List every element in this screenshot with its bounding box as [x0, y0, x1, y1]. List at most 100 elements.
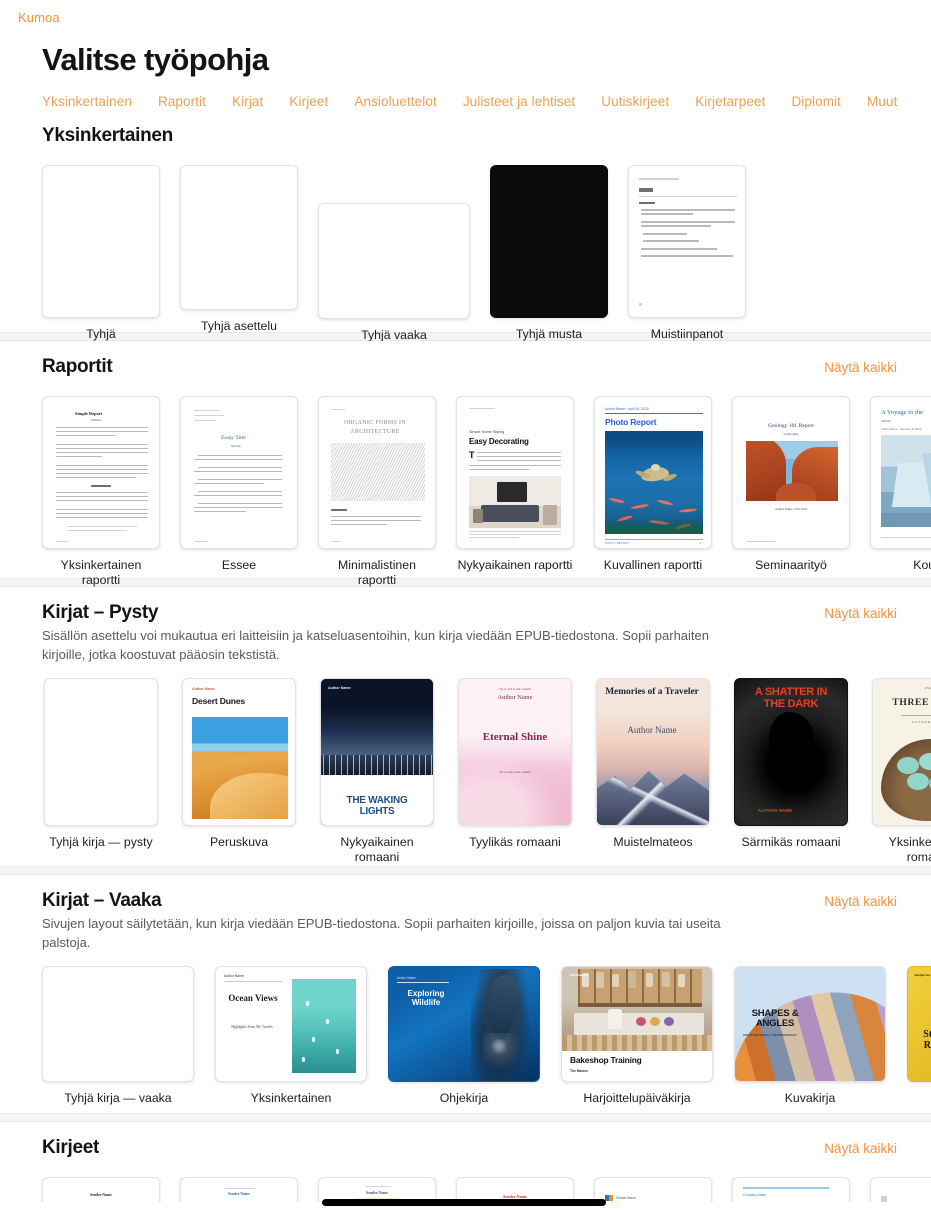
template-row[interactable]: Tyhjä Tyhjä asettelu Tyhjä vaaka Tyhjä m… [0, 165, 931, 343]
template-card-kirje-7[interactable] [870, 1177, 931, 1202]
template-card-tyylikas-romaani[interactable]: Tap or click to add a subtitle Author Na… [456, 678, 574, 850]
template-thumbnail: Recipes for Soups by Author Stew & Ramen [907, 966, 931, 1082]
section-title: Raportit [42, 356, 113, 377]
thumbnail-cover-subtitle: ARCHITECTURAL PHOTOGRAPHY [743, 1033, 798, 1037]
template-caption: Tyhjä kirja — vaaka [64, 1091, 172, 1105]
template-thumbnail [490, 165, 608, 318]
template-card-essee[interactable]: Essay Title Subtitle Essee [180, 396, 298, 573]
template-thumbnail [42, 165, 160, 318]
tab-kirjeet[interactable]: Kirjeet [289, 93, 328, 110]
template-card-harjoittelupaivakirja[interactable]: 2024 Edition Bakeshop Training The Basic… [561, 966, 713, 1106]
section-title: Yksinkertainen [42, 125, 173, 146]
template-caption: Tyhjä [86, 327, 116, 341]
template-card-tyhja-vaaka[interactable]: Tyhjä vaaka [318, 203, 470, 343]
template-card-muistelmateos[interactable]: Memories of a Traveler Author Name Muist… [594, 678, 712, 850]
section-description: Sisällön asettelu voi mukautua eri laitt… [42, 628, 709, 662]
thumbnail-cover-subtitle: The Basics [570, 1069, 588, 1073]
template-thumbnail [870, 1177, 931, 1202]
cancel-button[interactable]: Kumoa [18, 10, 60, 26]
template-thumbnail: Sender Name [42, 1177, 160, 1202]
tab-kirjat[interactable]: Kirjat [232, 93, 263, 110]
template-card-ohjekirja[interactable]: Author Name Exploring Wildlife Ohjekirja [388, 966, 540, 1106]
template-card-tyhja-asettelu[interactable]: Tyhjä asettelu [180, 165, 298, 334]
tab-yksinkertainen[interactable]: Yksinkertainen [42, 93, 132, 110]
template-caption: Tyhjä asettelu [201, 319, 277, 333]
template-thumbnail [180, 165, 298, 310]
section-raportit: Raportit Näytä kaikki Simple Report Subt… [0, 341, 931, 587]
template-card-yksinkertainen-raportti[interactable]: Simple Report Subtitle Yksinkertainen ra… [42, 396, 160, 588]
template-card-peruskuva[interactable]: Author Name Desert Dunes Peruskuva [180, 678, 298, 850]
thumbnail-cover-subtitle: Company Name [743, 1193, 767, 1197]
tab-ansioluettelot[interactable]: Ansioluettelot [354, 93, 436, 110]
section-kirjeet: Kirjeet Näytä kaikki Sender Name Sender … [0, 1122, 931, 1202]
section-title: Kirjeet [42, 1137, 100, 1158]
template-card-koulu[interactable]: A Voyage to the Subtitle Author Name · F… [870, 396, 931, 573]
thumbnail-cover-subtitle: Simple Home Styling [469, 430, 505, 434]
section-description: Sivujen layout säilytetään, kun kirja vi… [42, 916, 721, 950]
template-card-sarmikas-romaani[interactable]: A SHATTER IN THE DARK AUTHOR NAME Särmik… [732, 678, 850, 850]
tab-raportit[interactable]: Raportit [158, 93, 206, 110]
thumbnail-cover-subtitle: AUTHOR NAME [757, 808, 793, 813]
template-card-kirje-5[interactable]: Sender Name [594, 1177, 712, 1202]
template-card-minimalistinen-raportti[interactable]: ORGANIC FORMS IN ARCHITECTURE Minimalist… [318, 396, 436, 588]
template-card-muistiinpanot[interactable]: Muistiinpanot [628, 165, 746, 342]
template-card-tyhja-kirja-pysty[interactable]: Tyhjä kirja — pysty [42, 678, 160, 850]
template-caption: Särmikäs romaani [741, 835, 841, 849]
thumbnail-cover-subtitle: Subtitle [91, 418, 102, 422]
thumbnail-cover-subtitle: Subheading [783, 432, 799, 436]
thumbnail-cover-subtitle: Author Name [192, 687, 215, 691]
template-card-vaaka-yksinkertainen[interactable]: Author Name Ocean Views Highlights From … [215, 966, 367, 1106]
template-thumbnail: 2024 Edition Bakeshop Training The Basic… [561, 966, 713, 1082]
template-caption: Muistelmateos [613, 835, 693, 849]
template-thumbnail: Author Name THE WAKING LIGHTS [320, 678, 434, 826]
thumbnail-cover-title: Bakeshop Training [570, 1055, 642, 1065]
template-card-nykyaikainen-romaani[interactable]: Author Name THE WAKING LIGHTS Nykyaikain… [318, 678, 436, 865]
horizontal-scrollbar[interactable] [322, 1199, 606, 1206]
template-thumbnail [44, 678, 158, 826]
template-card-kuvakirja[interactable]: SHAPES & ANGLES ARCHITECTURAL PHOTOGRAPH… [734, 966, 886, 1106]
template-caption: Nykyaikainen romaani [340, 835, 414, 864]
show-all-link[interactable]: Näytä kaikki [824, 605, 897, 623]
section-title: Kirjat – Pysty [42, 602, 159, 623]
template-card-kirje-6[interactable]: Company Name [732, 1177, 850, 1202]
template-card-yksinkertainen-romaani[interactable]: A Novel THREE TALES AUTHOR NAME Yksinker… [870, 678, 931, 865]
template-row[interactable]: Simple Report Subtitle Yksinkertainen ra… [0, 396, 931, 588]
tab-kirjetarpeet[interactable]: Kirjetarpeet [695, 93, 765, 110]
tab-uutiskirjeet[interactable]: Uutiskirjeet [601, 93, 669, 110]
tab-muut[interactable]: Muut [867, 93, 897, 110]
template-card-seminaarityo[interactable]: Geology 101 Report Subheading Author Nam… [732, 396, 850, 573]
thumbnail-cover-subtitle: Author Name [627, 725, 677, 735]
show-all-link[interactable]: Näytä kaikki [824, 359, 897, 377]
template-thumbnail: Geology 101 Report Subheading Author Nam… [732, 396, 850, 549]
top-bar: Kumoa [0, 0, 931, 34]
thumbnail-cover-subtitle: Recipes for Soups by Author [914, 973, 931, 977]
template-row[interactable]: Tyhjä kirja — vaaka Author Name Ocean Vi… [0, 966, 931, 1106]
tab-julisteet-ja-lehtiset[interactable]: Julisteet ja lehtiset [463, 93, 575, 110]
thumbnail-cover-subtitle: AUTHOR NAME [911, 720, 931, 724]
template-row[interactable]: Tyhjä kirja — pysty Author Name Desert D… [0, 678, 931, 865]
template-card-kirje-2[interactable]: Sender Name [180, 1177, 298, 1202]
thumbnail-cover-subtitle: Author Name [397, 976, 416, 980]
tab-diplomit[interactable]: Diplomit [791, 93, 841, 110]
thumbnail-cover-title: Desert Dunes [192, 696, 246, 706]
show-all-link[interactable]: Näytä kaikki [824, 893, 897, 911]
thumbnail-cover-title: THREE TALES [892, 697, 931, 708]
template-thumbnail: Simple Home Styling Easy Decorating T [456, 396, 574, 549]
thumbnail-cover-title: Exploring Wildlife [407, 989, 445, 1007]
template-card-tyhja[interactable]: Tyhjä [42, 165, 160, 342]
template-card-kirje-1[interactable]: Sender Name [42, 1177, 160, 1202]
template-caption: Minimalistinen raportti [338, 558, 416, 587]
template-thumbnail: Company Name [732, 1177, 850, 1202]
template-card-nykyaikainen-raportti[interactable]: Simple Home Styling Easy Decorating T Ny… [456, 396, 574, 573]
template-card-kuvallinen-raportti[interactable]: Author Name · April 16, 2020 Photo Repor… [594, 396, 712, 573]
template-caption: Ohjekirja [439, 1091, 489, 1105]
template-card-clipped-yellow[interactable]: Recipes for Soups by Author Stew & Ramen [907, 966, 931, 1091]
template-card-tyhja-kirja-vaaka[interactable]: Tyhjä kirja — vaaka [42, 966, 194, 1106]
section-yksinkertainen: Yksinkertainen Tyhjä Tyhjä asettelu Tyhj… [0, 110, 931, 342]
thumbnail-cover-subtitle: Sender Name [228, 1192, 250, 1196]
template-thumbnail: Author Name · April 16, 2020 Photo Repor… [594, 396, 712, 549]
template-thumbnail: Author Name Ocean Views Highlights From … [215, 966, 367, 1082]
template-card-tyhja-musta[interactable]: Tyhjä musta [490, 165, 608, 342]
show-all-link[interactable]: Näytä kaikki [824, 1140, 897, 1158]
thumbnail-cover-title: A SHATTER IN THE DARK [754, 686, 828, 710]
